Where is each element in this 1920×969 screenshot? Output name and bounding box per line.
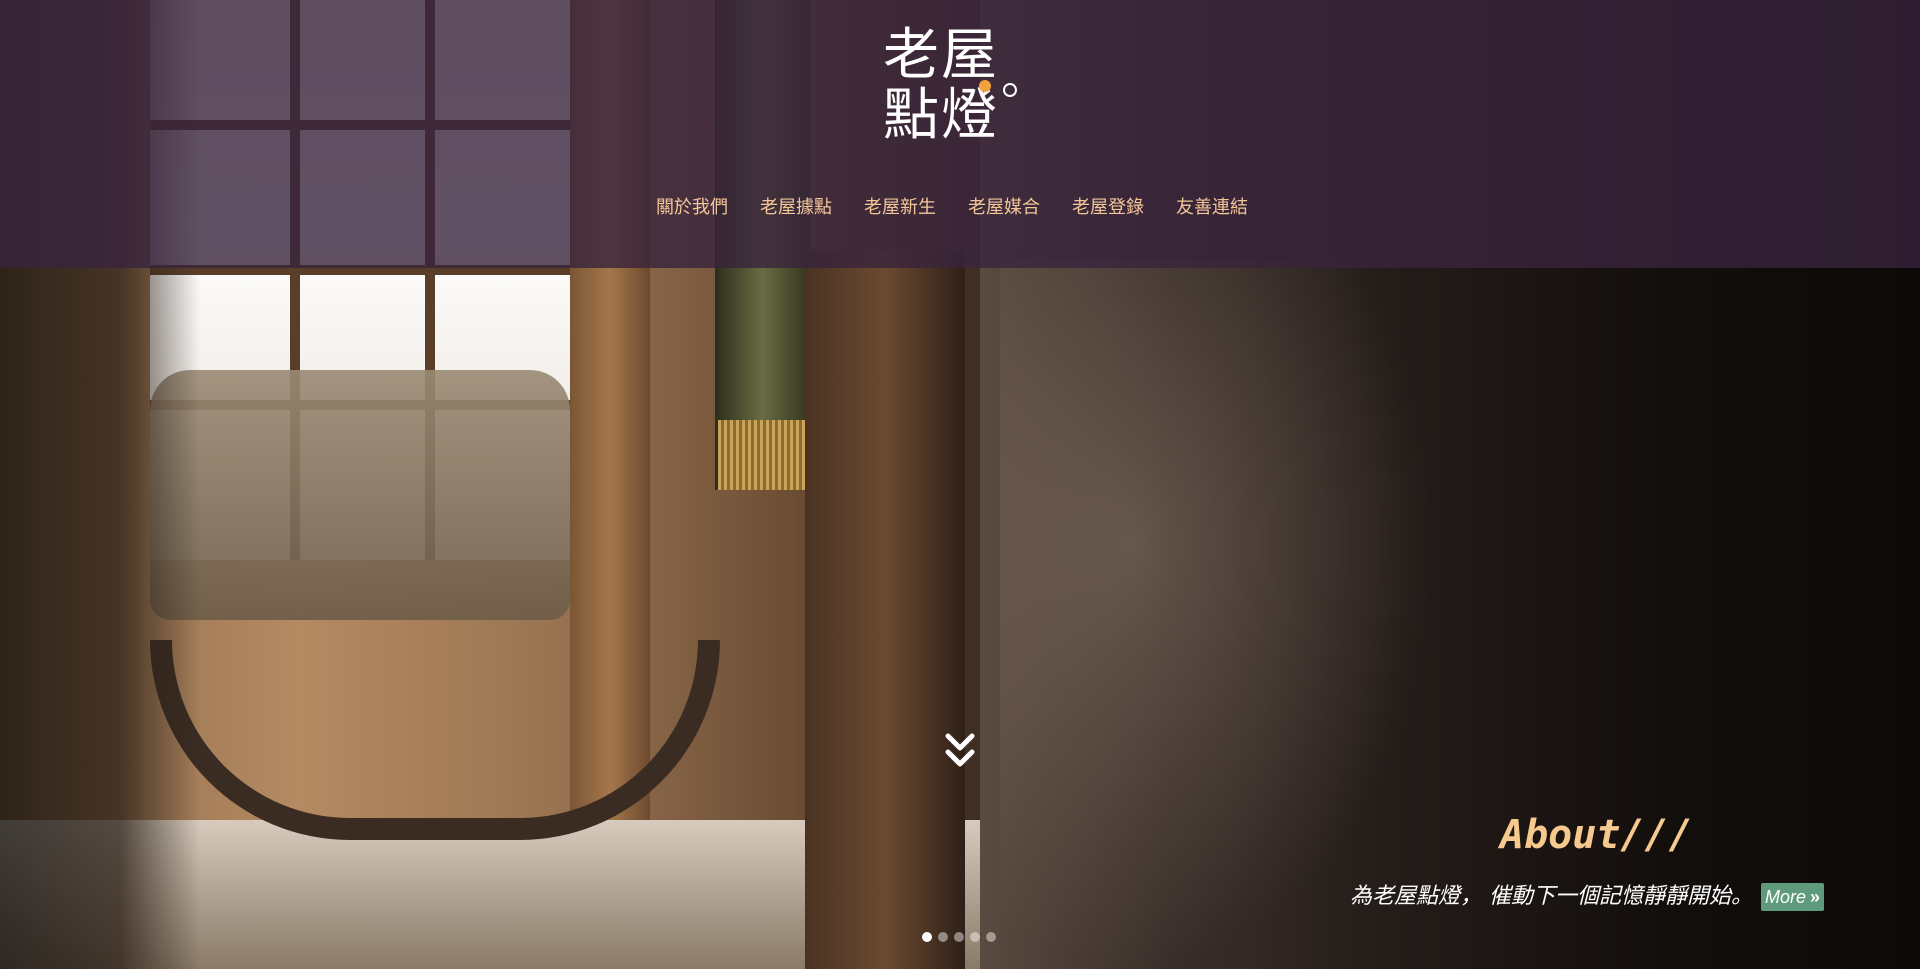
light-glow: [1000, 260, 1440, 969]
logo-line2: 點燈: [883, 83, 999, 148]
about-text: 為老屋點燈， 催動下一個記憶靜靜開始。: [1350, 884, 1753, 909]
slider-dot[interactable]: [986, 932, 996, 942]
slider-dot[interactable]: [938, 932, 948, 942]
logo-line1: 老屋: [883, 23, 999, 88]
rocking-chair: [150, 370, 570, 620]
main-nav: 關於我們 老屋據點 老屋新生 老屋媒合 老屋登錄 友善連結: [640, 193, 1280, 223]
lightbulb-icon: [979, 80, 991, 92]
more-button[interactable]: More »: [1761, 883, 1825, 911]
slider-dot[interactable]: [922, 932, 932, 942]
about-heading: About///: [1500, 812, 1693, 858]
slider-dot[interactable]: [954, 932, 964, 942]
nav-item-matching[interactable]: 老屋媒合: [952, 193, 1056, 223]
more-label: More: [1765, 886, 1807, 907]
door-frame: [805, 250, 965, 969]
nav-item-about[interactable]: 關於我們: [640, 193, 744, 223]
lamp-ring-icon: [1003, 83, 1017, 97]
double-chevron-down-icon[interactable]: [944, 730, 976, 774]
nav-item-registration[interactable]: 老屋登錄: [1056, 193, 1160, 223]
nav-item-renewal[interactable]: 老屋新生: [848, 193, 952, 223]
slider-pagination: [922, 932, 996, 942]
slider-dot[interactable]: [970, 932, 980, 942]
curtain-fringe: [718, 420, 808, 490]
nav-item-locations[interactable]: 老屋據點: [744, 193, 848, 223]
site-logo[interactable]: 老屋 點燈: [883, 26, 1018, 151]
about-caption: 為老屋點燈， 催動下一個記憶靜靜開始。 More »: [1350, 880, 1825, 914]
site-header: 老屋 點燈 關於我們 老屋據點 老屋新生 老屋媒合 老屋登錄 友善連結: [0, 0, 1920, 268]
double-chevron-right-icon: »: [1810, 886, 1821, 907]
nav-item-links[interactable]: 友善連結: [1160, 193, 1264, 223]
